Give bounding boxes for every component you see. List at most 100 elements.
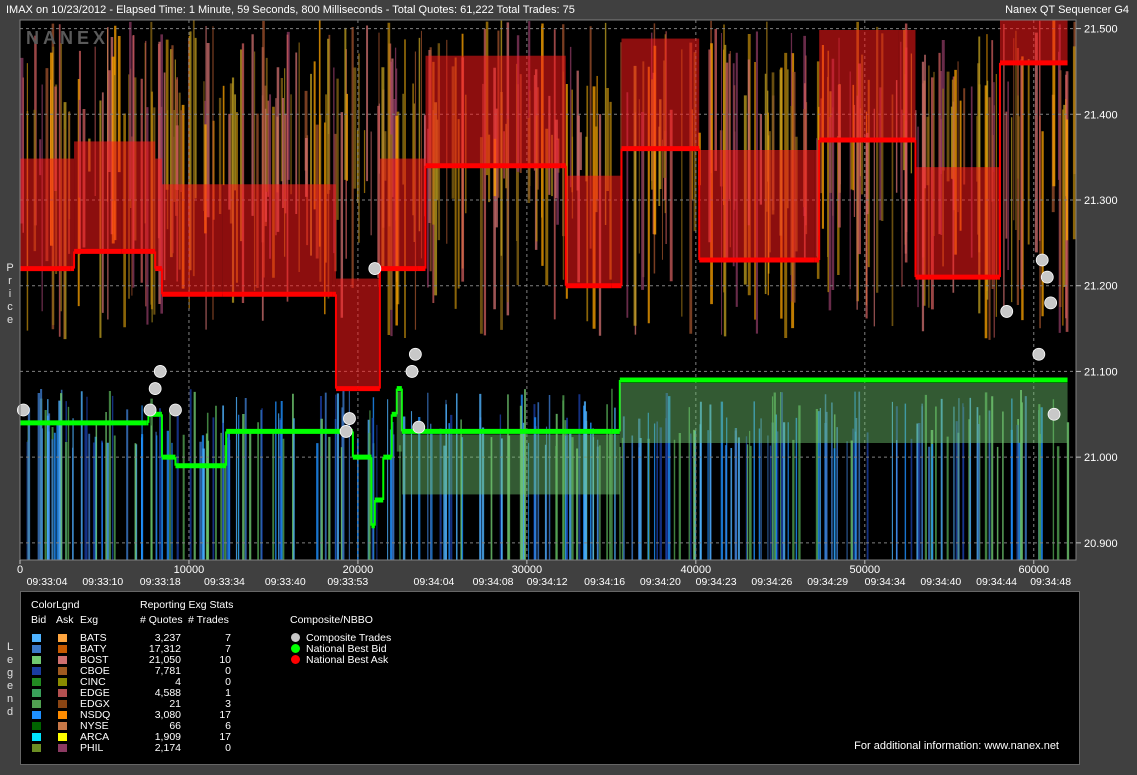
- y-tick-label: 21.000: [1084, 452, 1118, 464]
- y-tick-label: 21.200: [1084, 281, 1118, 293]
- ask-swatch-nsdq: [58, 711, 67, 719]
- bid-swatch-cinc: [32, 678, 41, 686]
- legend-side-label: Legend: [6, 641, 14, 718]
- time-label: 09:34:26: [751, 576, 792, 588]
- time-label: 09:34:44: [976, 576, 1017, 588]
- composite-trade-point: [368, 262, 382, 275]
- ask-band: [222, 184, 333, 295]
- ask-band: [565, 175, 612, 286]
- ask-band: [999, 20, 1068, 63]
- ask-swatch-cboe: [58, 667, 67, 675]
- colorlgnd-heading: ColorLgnd: [31, 599, 80, 611]
- ask-swatch-edge: [58, 689, 67, 697]
- composite-trade-point: [1000, 305, 1014, 318]
- composite-trade-point: [343, 412, 356, 425]
- composite-marker-0: [291, 633, 300, 642]
- y-tick-label: 20.900: [1084, 538, 1118, 550]
- x-tick-label: 0: [17, 564, 23, 576]
- ask-swatch-arca: [58, 733, 67, 741]
- time-label: 09:33:40: [265, 576, 306, 588]
- ask-band: [611, 175, 622, 286]
- price-chart[interactable]: 20.900 21.000 21.100 21.200 21.300 21.400 21.5…: [0, 0, 1137, 590]
- bid-column-header: Bid: [31, 614, 47, 626]
- ask-band: [379, 158, 418, 269]
- ask-band: [425, 55, 561, 166]
- composite-trade-point: [143, 403, 157, 417]
- composite-trade-point: [148, 382, 162, 395]
- bid-swatch-arca: [32, 733, 41, 741]
- time-label: 09:34:12: [527, 576, 568, 588]
- composite-label: National Best Ask: [306, 654, 389, 666]
- bid-swatch-edgx: [32, 700, 41, 708]
- ask-swatch-bats: [58, 634, 67, 642]
- ask-band: [560, 55, 566, 166]
- nanex-watermark: NANEX: [26, 28, 110, 48]
- legend-panel: ColorLgnd Bid Ask Exg Reporting Exg Stat…: [20, 591, 1080, 765]
- exchange-name: PHIL: [80, 742, 104, 754]
- ask-swatch-bost: [58, 656, 67, 664]
- x-tick-label: 20000: [343, 564, 374, 576]
- ask-band: [332, 184, 336, 295]
- footer-info: For additional information: www.nanex.ne…: [854, 740, 1059, 752]
- composite-trade-point: [1032, 347, 1046, 361]
- bid-band: [611, 434, 620, 495]
- time-label: 09:34:29: [807, 576, 848, 588]
- time-label: 09:33:04: [27, 576, 68, 588]
- composite-trade-point: [408, 347, 422, 361]
- ask-band: [20, 158, 71, 269]
- time-label: 09:33:53: [327, 576, 368, 588]
- bid-swatch-edge: [32, 689, 41, 697]
- ask-swatch-baty: [58, 645, 67, 653]
- ask-band: [417, 158, 426, 269]
- y-tick-label: 21.500: [1084, 24, 1118, 36]
- composite-trade-point: [1044, 296, 1058, 310]
- time-label: 09:33:18: [140, 576, 181, 588]
- ask-band: [121, 141, 156, 252]
- composite-marker-2: [291, 655, 300, 664]
- ask-band: [898, 30, 916, 140]
- ask-swatch-phil: [58, 744, 67, 752]
- x-tick-label: 40000: [681, 564, 712, 576]
- composite-trade-point: [1035, 253, 1049, 267]
- composite-marker-1: [291, 644, 300, 653]
- x-tick-label: 50000: [850, 564, 881, 576]
- ask-band: [699, 150, 815, 260]
- exg-column-header: Exg: [80, 614, 99, 626]
- bid-band: [401, 434, 612, 495]
- composite-trade-point: [1047, 407, 1061, 421]
- y-tick-label: 21.100: [1084, 366, 1118, 378]
- bid-swatch-bost: [32, 656, 41, 664]
- time-label: 09:34:04: [414, 576, 455, 588]
- time-label: 09:34:23: [696, 576, 737, 588]
- ask-band: [74, 141, 122, 252]
- composite-trade-point: [405, 365, 419, 378]
- ask-swatch-cinc: [58, 678, 67, 686]
- composite-trade-point: [153, 365, 167, 378]
- time-label: 09:34:08: [473, 576, 514, 588]
- composite-heading: Composite/NBBO: [290, 614, 373, 626]
- time-label: 09:34:20: [640, 576, 681, 588]
- bid-swatch-nyse: [32, 722, 41, 730]
- ask-column-header: Ask: [56, 614, 74, 626]
- x-tick-label: 10000: [174, 564, 205, 576]
- ask-band: [357, 278, 380, 389]
- bid-band: [619, 383, 1068, 443]
- ask-band: [155, 158, 162, 269]
- composite-trade-point: [1040, 270, 1054, 284]
- x-tick-label: 30000: [512, 564, 543, 576]
- time-label: 09:34:40: [920, 576, 961, 588]
- time-label: 09:33:34: [204, 576, 245, 588]
- ask-band: [819, 30, 899, 140]
- price-axis-label: Price: [6, 262, 14, 326]
- bid-swatch-baty: [32, 645, 41, 653]
- ask-swatch-edgx: [58, 700, 67, 708]
- ask-band: [335, 278, 358, 389]
- x-tick-label: 60000: [1018, 564, 1049, 576]
- bid-swatch-cboe: [32, 667, 41, 675]
- y-tick-label: 21.300: [1084, 195, 1118, 207]
- ask-swatch-nyse: [58, 722, 67, 730]
- exchange-trades-count: 0: [225, 742, 231, 754]
- ask-band: [991, 167, 1000, 278]
- time-label: 09:33:10: [82, 576, 123, 588]
- bid-band: [396, 391, 402, 452]
